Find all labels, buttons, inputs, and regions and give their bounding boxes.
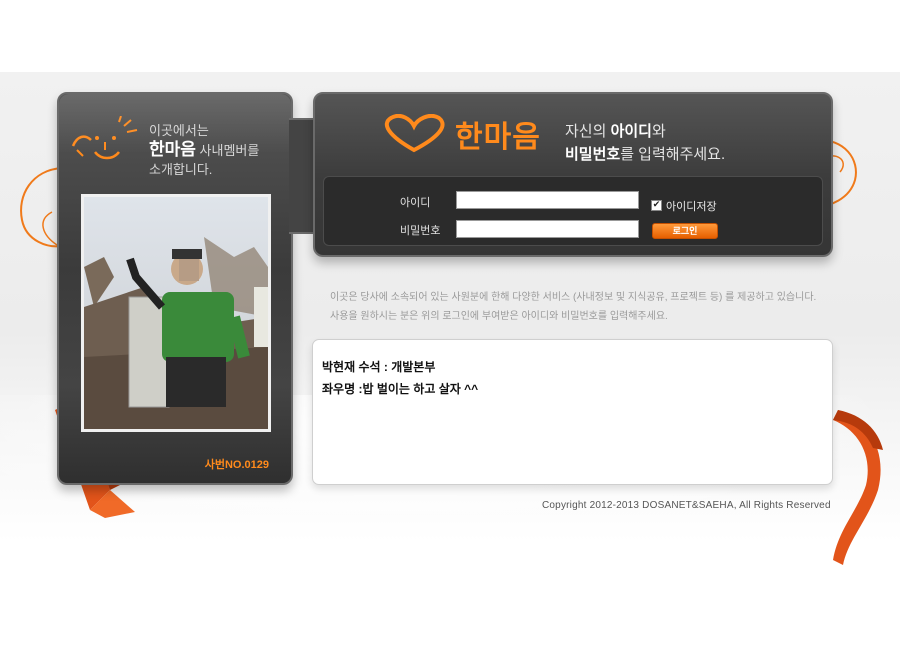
intro-line3: 소개합니다.: [149, 162, 213, 177]
tagline-id: 아이디: [610, 123, 652, 140]
intro-text: 이곳에서는 한마음 사내멤버를 소개합니다.: [149, 121, 259, 179]
tagline-line2: 비밀번호를 입력해주세요.: [565, 143, 725, 166]
heart-logo-icon: [384, 114, 445, 153]
intro-brand: 한마음: [149, 140, 196, 159]
description-line2: 사용을 원하시는 분은 위의 로그인에 부여받은 아이디와 비밀번호를 입력해주…: [330, 311, 668, 322]
brand-logo-text: 한마음: [455, 121, 541, 154]
login-button[interactable]: 로그인: [652, 223, 718, 239]
remember-id-checkbox[interactable]: ✔: [651, 200, 662, 211]
login-tagline: 자신의 아이디와 비밀번호를 입력해주세요.: [565, 120, 725, 166]
intro-line1: 이곳에서는: [149, 123, 209, 138]
id-label: 아이디: [400, 197, 431, 209]
intro-line2-suffix: 사내멤버를: [195, 143, 260, 158]
tagline-post: 를 입력해주세요.: [620, 146, 726, 163]
member-profile-box: 박현재 수석 : 개발본부 좌우명 :밥 벌이는 하고 살자 ^^: [312, 339, 833, 485]
service-description: 이곳은 당사에 소속되어 있는 사원분에 한해 다양한 서비스 (사내정보 및 …: [330, 288, 840, 326]
remember-id-label[interactable]: 아이디저장: [666, 198, 717, 214]
smiley-logo-icon: [71, 116, 138, 160]
password-label: 비밀번호: [400, 225, 441, 237]
tagline-pw: 비밀번호: [565, 146, 621, 163]
profile-motto-line: 좌우명 :밥 벌이는 하고 살자 ^^: [322, 382, 479, 396]
intro-line2: 한마음 사내멤버를: [149, 140, 259, 160]
employee-number: 사번NO.0129: [204, 459, 269, 471]
login-header-card: 한마음 자신의 아이디와 비밀번호를 입력해주세요. 아이디 ✔ 아이디저장 비…: [313, 92, 833, 257]
tagline-mid: 와: [651, 123, 666, 140]
id-input[interactable]: [456, 191, 639, 209]
copyright-text: Copyright 2012-2013 DOSANET&SAEHA, All R…: [542, 500, 831, 511]
login-form: 아이디 ✔ 아이디저장 비밀번호 로그인: [323, 176, 823, 246]
tagline-pre: 자신의: [565, 123, 611, 140]
password-input[interactable]: [456, 220, 639, 238]
ribbon-right-decoration: [833, 410, 883, 565]
profile-name-line: 박현재 수석 : 개발본부: [322, 360, 436, 374]
member-intro-card: 이곳에서는 한마음 사내멤버를 소개합니다. 사번NO.0129: [57, 92, 293, 485]
member-photo: [81, 194, 271, 432]
tagline-line1: 자신의 아이디와: [565, 120, 725, 143]
description-line1: 이곳은 당사에 소속되어 있는 사원분에 한해 다양한 서비스 (사내정보 및 …: [330, 292, 817, 303]
